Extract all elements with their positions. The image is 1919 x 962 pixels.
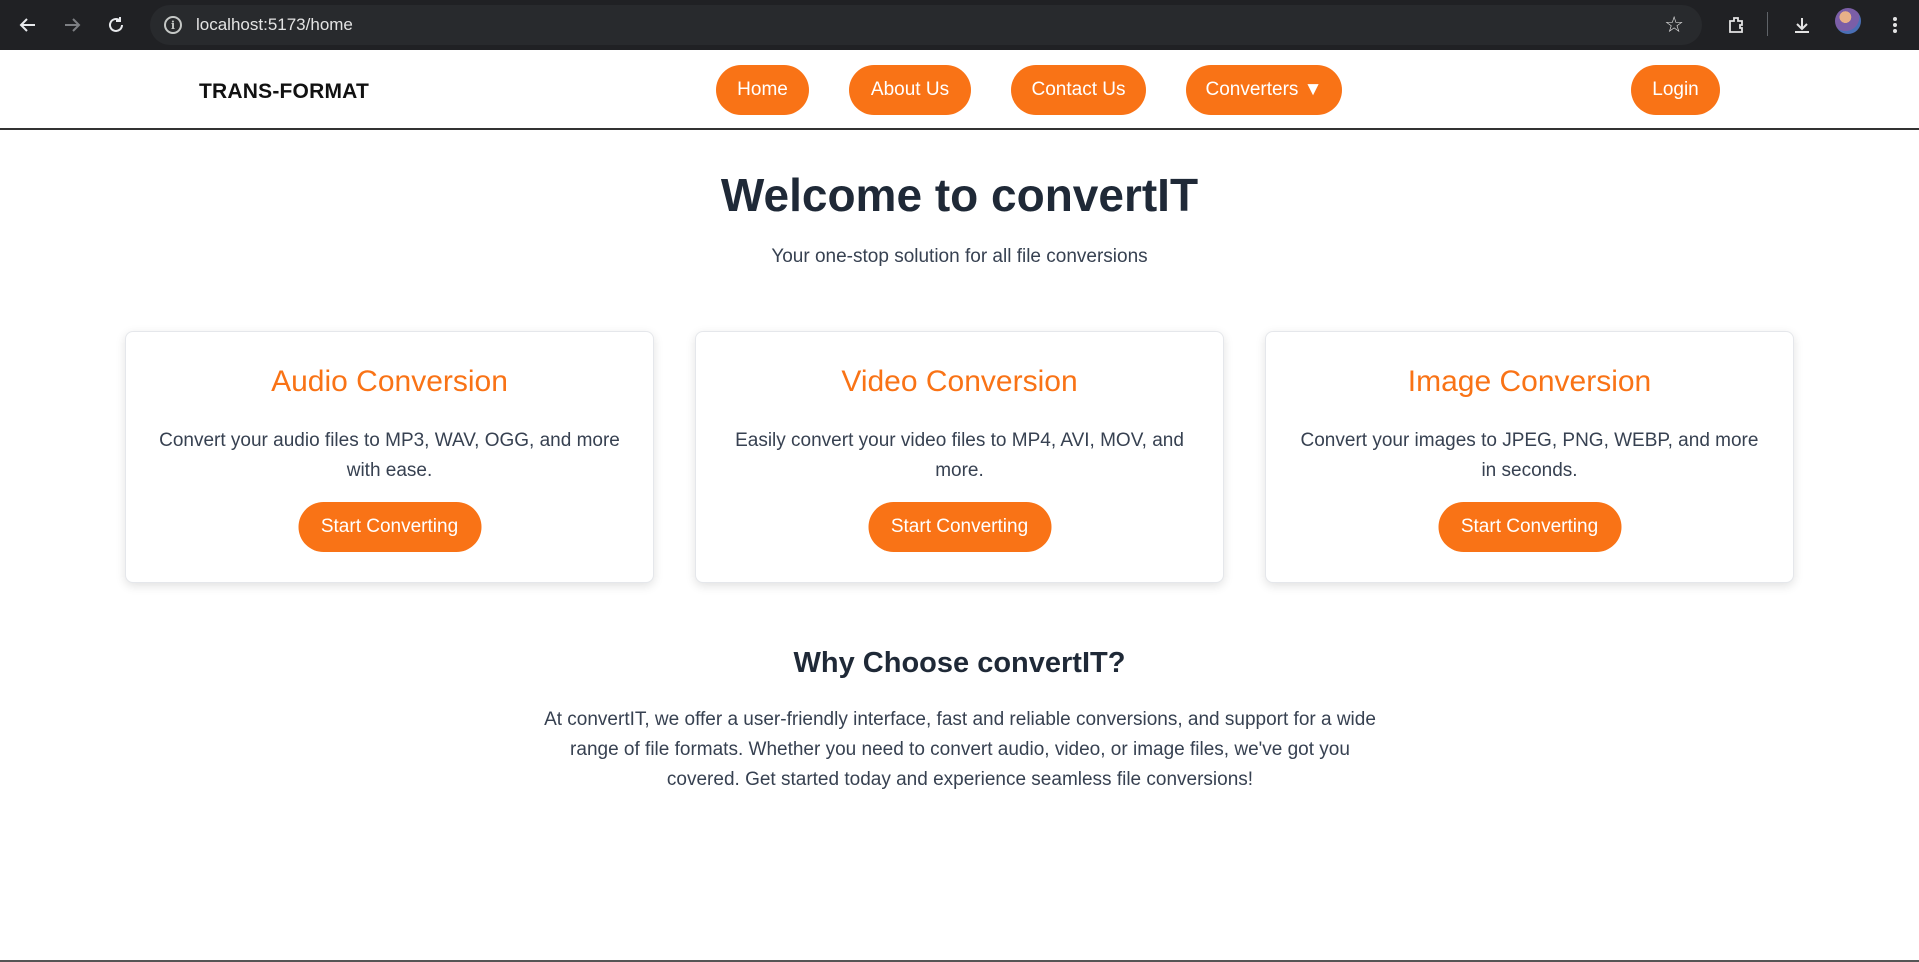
audio-conversion-card: Audio Conversion Convert your audio file… <box>125 331 654 583</box>
card-title: Audio Conversion <box>271 365 508 398</box>
browser-toolbar: i localhost:5173/home ☆ <box>0 0 1919 50</box>
why-section-title: Why Choose convertIT? <box>793 647 1126 679</box>
nav-contact-button[interactable]: Contact Us <box>1011 65 1146 115</box>
brand-logo[interactable]: TRANS-FORMAT <box>199 80 369 104</box>
site-info-icon[interactable]: i <box>164 16 182 34</box>
back-button[interactable] <box>12 9 44 41</box>
address-bar[interactable]: i localhost:5173/home ☆ <box>150 5 1702 45</box>
card-description: Convert your images to JPEG, PNG, WEBP, … <box>1300 430 1759 481</box>
nav-converters-dropdown[interactable]: Converters ▼ <box>1186 65 1342 115</box>
profile-avatar[interactable] <box>1835 8 1861 34</box>
bookmark-star-icon[interactable]: ☆ <box>1664 12 1684 38</box>
video-start-converting-button[interactable]: Start Converting <box>868 502 1051 552</box>
video-conversion-card: Video Conversion Easily convert your vid… <box>695 331 1224 583</box>
card-title: Image Conversion <box>1407 365 1652 398</box>
arrow-right-icon <box>65 18 81 32</box>
card-description: Convert your audio files to MP3, WAV, OG… <box>159 430 620 481</box>
login-button[interactable]: Login <box>1631 65 1720 115</box>
toolbar-divider <box>1767 12 1768 36</box>
download-icon[interactable] <box>1787 10 1817 40</box>
forward-button[interactable] <box>56 9 88 41</box>
audio-start-converting-button[interactable]: Start Converting <box>298 502 481 552</box>
arrow-left-icon <box>19 18 35 32</box>
card-description: Easily convert your video files to MP4, … <box>735 430 1184 481</box>
site-navbar: TRANS-FORMAT Home About Us Contact Us Co… <box>0 50 1919 130</box>
nav-home-button[interactable]: Home <box>716 65 809 115</box>
reload-button[interactable] <box>100 9 132 41</box>
card-title: Video Conversion <box>841 365 1078 398</box>
why-section-text: At convertIT, we offer a user-friendly i… <box>544 709 1376 790</box>
page-subtitle: Your one-stop solution for all file conv… <box>771 246 1148 267</box>
extensions-icon[interactable] <box>1722 10 1752 40</box>
nav-about-button[interactable]: About Us <box>849 65 971 115</box>
page-title: Welcome to convertIT <box>720 169 1199 221</box>
reload-icon <box>109 17 123 32</box>
url-text[interactable]: localhost:5173/home <box>196 15 353 35</box>
image-start-converting-button[interactable]: Start Converting <box>1438 502 1621 552</box>
image-conversion-card: Image Conversion Convert your images to … <box>1265 331 1794 583</box>
kebab-menu-icon[interactable] <box>1880 10 1910 40</box>
